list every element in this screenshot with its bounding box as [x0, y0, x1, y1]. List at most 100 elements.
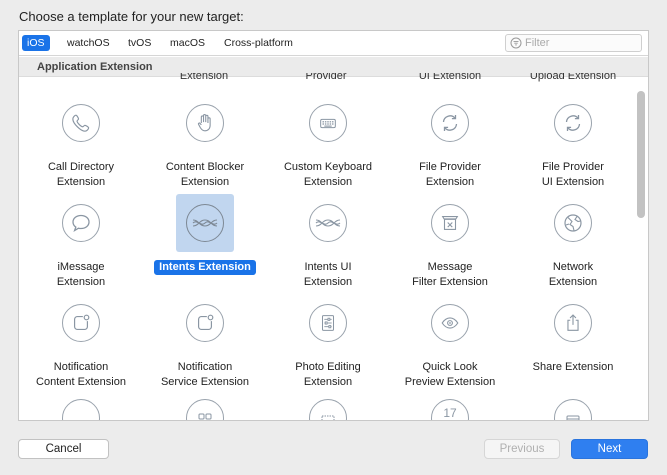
keyboard-icon [320, 118, 336, 129]
template-label-line2: Extension [303, 376, 353, 388]
partial-label: Extension [144, 73, 264, 82]
template-label-line2: Content Extension [36, 376, 126, 388]
widget-icon[interactable] [554, 399, 592, 420]
template-label-line1: iMessage [57, 261, 105, 273]
template-icon-box [176, 194, 234, 252]
template-icon-box [299, 294, 357, 352]
template-icon-circle [186, 304, 224, 342]
template-imessage[interactable]: iMessage Extension [19, 194, 143, 289]
template-content-blocker[interactable]: Content Blocker Extension [143, 94, 267, 189]
template-label-line1: Notification [53, 361, 109, 373]
template-icon-circle [62, 304, 100, 342]
dialog-heading: Choose a template for your new target: [19, 9, 244, 24]
template-icon-box [544, 194, 602, 252]
template-label-line1: Quick Look [422, 361, 478, 373]
template-icon-box [299, 94, 357, 152]
message-bubble-icon [72, 214, 90, 232]
template-icon-box [421, 294, 479, 352]
tab-ios[interactable]: iOS [22, 35, 50, 51]
template-label-line1: File Provider [419, 161, 481, 173]
tab-watchos[interactable]: watchOS [62, 35, 115, 51]
template-label: Content Blocker Extension [143, 160, 267, 190]
template-icon-circle [554, 304, 592, 342]
template-icon-circle [554, 104, 592, 142]
grid-icon[interactable] [186, 399, 224, 420]
template-label-line1: Content Blocker [165, 161, 245, 173]
template-label: Photo Editing Extension [266, 360, 390, 390]
template-intents-ui[interactable]: Intents UI Extension [266, 194, 390, 289]
intents-icon [192, 219, 218, 227]
template-icon-circle [62, 104, 100, 142]
template-icon-box [421, 94, 479, 152]
phone-icon [72, 114, 90, 132]
calendar-icon[interactable]: 17 [431, 399, 469, 420]
template-file-provider-ui[interactable]: File Provider UI Extension [511, 94, 635, 189]
template-icon-circle [62, 204, 100, 242]
globe-icon [564, 214, 582, 232]
template-quick-look[interactable]: Quick Look Preview Extension [388, 294, 512, 389]
template-icon-box [52, 94, 110, 152]
template-label-line2: Extension [56, 176, 106, 188]
template-label: Call Directory Extension [19, 160, 143, 190]
template-intents[interactable]: Intents Extension [143, 194, 267, 289]
template-message-filter[interactable]: Message Filter Extension [388, 194, 512, 289]
template-icon-box [176, 294, 234, 352]
template-notification-content[interactable]: Notification Content Extension [19, 294, 143, 389]
template-label: File Provider Extension [388, 160, 512, 190]
partial-label: UI Extension [390, 73, 510, 82]
template-label-line2: Extension [303, 176, 353, 188]
template-label-line1: Intents UI [304, 261, 352, 273]
filter-field[interactable] [505, 34, 642, 52]
template-icon-box [52, 294, 110, 352]
scrollbar-thumb[interactable] [637, 91, 645, 218]
template-notification-service[interactable]: Notification Service Extension [143, 294, 267, 389]
tab-cross-platform[interactable]: Cross-platform [219, 35, 298, 51]
previous-button[interactable]: Previous [484, 439, 560, 459]
template-label: Intents Extension [143, 260, 267, 275]
template-share[interactable]: Share Extension [511, 294, 635, 389]
template-label-line1: Call Directory [47, 161, 114, 173]
intents-icon [315, 219, 341, 227]
frame-icon[interactable] [309, 399, 347, 420]
tab-macos[interactable]: macOS [165, 35, 210, 51]
template-label: Message Filter Extension [388, 260, 512, 290]
template-label: Share Extension [511, 360, 635, 375]
template-icon-circle [186, 204, 224, 242]
frame-icon-glyph [321, 415, 335, 420]
message-filter-icon [441, 216, 459, 230]
template-icon-circle [431, 104, 469, 142]
template-network[interactable]: Network Extension [511, 194, 635, 289]
sliders-icon [321, 315, 335, 331]
template-icon-circle [309, 304, 347, 342]
template-custom-keyboard[interactable]: Custom Keyboard Extension [266, 94, 390, 189]
template-call-directory[interactable]: Call Directory Extension [19, 94, 143, 189]
circle-icon[interactable] [62, 399, 100, 420]
template-label-line2: Filter Extension [412, 276, 488, 288]
partial-label-text: UI Extension [418, 73, 482, 82]
template-icon-box [299, 194, 357, 252]
template-panel: iOS watchOS tvOS macOS Cross-platform Ap… [18, 30, 649, 421]
template-icon-circle [554, 204, 592, 242]
tab-tvos[interactable]: tvOS [123, 35, 156, 51]
template-icon-circle [309, 204, 347, 242]
template-label: Intents UI Extension [266, 260, 390, 290]
template-photo-editing[interactable]: Photo Editing Extension [266, 294, 390, 389]
share-icon [567, 314, 579, 331]
partial-label-text: Upload Extension [529, 73, 617, 82]
filter-icon [510, 37, 522, 49]
template-label-line2: Extension [303, 276, 353, 288]
template-label: iMessage Extension [19, 260, 143, 290]
cancel-button[interactable]: Cancel [18, 439, 109, 459]
filter-input[interactable] [525, 37, 635, 49]
template-label-line1: Notification [177, 361, 233, 373]
next-button[interactable]: Next [571, 439, 648, 459]
hand-icon [197, 114, 211, 132]
partial-label: Provider [266, 73, 386, 82]
platform-tab-bar: iOS watchOS tvOS macOS Cross-platform [19, 31, 648, 56]
template-label: Quick Look Preview Extension [388, 360, 512, 390]
template-file-provider[interactable]: File Provider Extension [388, 94, 512, 189]
template-label-line1: Share Extension [532, 361, 614, 373]
template-icon-box [52, 194, 110, 252]
template-label-line2: Service Extension [160, 376, 250, 388]
notification-icon [73, 314, 90, 331]
